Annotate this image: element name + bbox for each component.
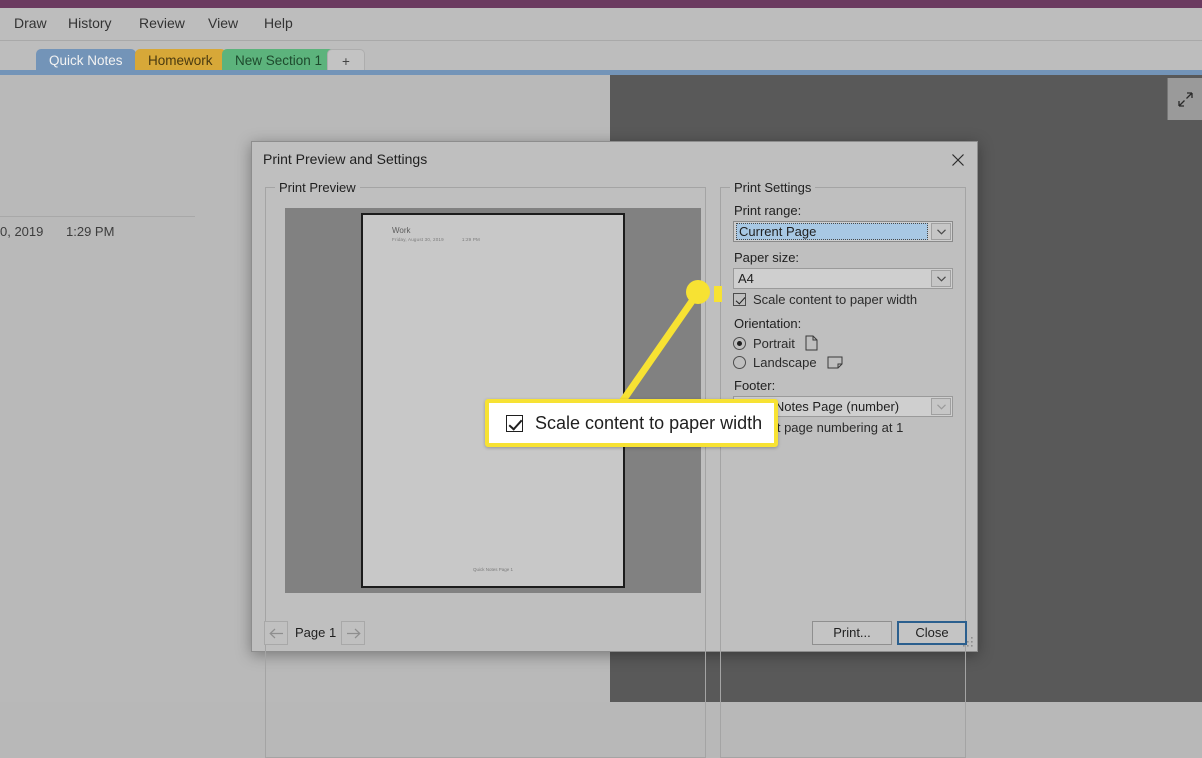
menu-item-help[interactable]: Help [258, 13, 299, 33]
callout-checkbox-icon [506, 414, 523, 432]
arrow-right-icon [346, 628, 361, 638]
close-icon[interactable] [947, 149, 969, 171]
menu-item-review[interactable]: Review [133, 13, 191, 33]
arrow-left-icon [268, 628, 283, 638]
preview-page-time: 1:29 PM [461, 237, 480, 242]
resize-grip-icon[interactable] [962, 636, 974, 648]
note-title-divider [0, 216, 195, 217]
scale-content-checkbox[interactable]: Scale content to paper width [733, 292, 917, 307]
preview-page-meta: Friday, August 30, 2019 1:29 PM [392, 237, 480, 242]
preview-page-date: Friday, August 30, 2019 [392, 237, 444, 242]
footer-field-label: Footer: [734, 378, 776, 393]
paper-size-label: Paper size: [734, 250, 800, 265]
dialog-title: Print Preview and Settings [263, 151, 428, 167]
orientation-radio-portrait[interactable]: Portrait [733, 335, 818, 351]
note-date-text: 0, 2019 [0, 224, 44, 239]
previous-page-button[interactable] [264, 621, 288, 645]
preview-page-footer: Quick Notes Page 1 [472, 567, 514, 572]
next-page-button[interactable] [341, 621, 365, 645]
scale-content-label: Scale content to paper width [753, 292, 918, 307]
menu-bar: Draw History Review View Help [0, 8, 1202, 41]
chevron-down-glyph [936, 275, 946, 282]
menu-item-history[interactable]: History [62, 13, 118, 33]
print-settings-group: Print Settings Print range: Current Page… [720, 180, 966, 758]
chevron-down-icon[interactable] [931, 270, 951, 287]
radio-glyph [733, 356, 746, 369]
orientation-label: Orientation: [734, 316, 802, 331]
paper-size-combobox[interactable]: A4 [733, 268, 953, 289]
orientation-radio-landscape[interactable]: Landscape [733, 355, 843, 370]
title-accent-bar [0, 0, 1202, 8]
close-button[interactable]: Close [897, 621, 967, 645]
print-preview-group: Print Preview Work Friday, August 30, 20… [265, 180, 706, 758]
close-glyph [952, 154, 964, 166]
paper-size-value: A4 [738, 271, 754, 286]
landscape-page-icon [827, 356, 843, 369]
print-button[interactable]: Print... [812, 621, 892, 645]
chevron-down-glyph [936, 228, 946, 235]
expand-diagonal-icon [1177, 91, 1193, 107]
page-indicator: Page 1 [295, 625, 337, 640]
checkbox-highlight-strip [714, 286, 722, 302]
expand-panel-button[interactable] [1167, 78, 1202, 120]
orientation-portrait-label: Portrait [753, 335, 795, 351]
callout-text: Scale content to paper width [535, 412, 763, 433]
print-range-value: Current Page [736, 223, 928, 240]
chevron-down-icon[interactable] [931, 398, 951, 415]
callout-box: Scale content to paper width [485, 399, 778, 447]
note-time-text: 1:29 PM [66, 224, 115, 239]
menu-item-draw[interactable]: Draw [8, 13, 53, 33]
radio-glyph [733, 336, 746, 350]
print-preview-dialog: Print Preview and Settings Print Preview… [251, 141, 978, 758]
print-range-combobox[interactable]: Current Page [733, 221, 953, 242]
checkbox-glyph [733, 293, 746, 306]
preview-page-title: Work [392, 226, 411, 235]
orientation-landscape-label: Landscape [753, 355, 817, 370]
portrait-page-icon [805, 335, 818, 351]
dialog-title-bar[interactable]: Print Preview and Settings [252, 142, 977, 176]
print-settings-group-label: Print Settings [730, 180, 816, 195]
chevron-down-icon[interactable] [931, 223, 951, 240]
menu-item-view[interactable]: View [202, 13, 244, 33]
print-range-label: Print range: [734, 203, 802, 218]
chevron-down-glyph [936, 403, 946, 410]
print-preview-group-label: Print Preview [275, 180, 360, 195]
